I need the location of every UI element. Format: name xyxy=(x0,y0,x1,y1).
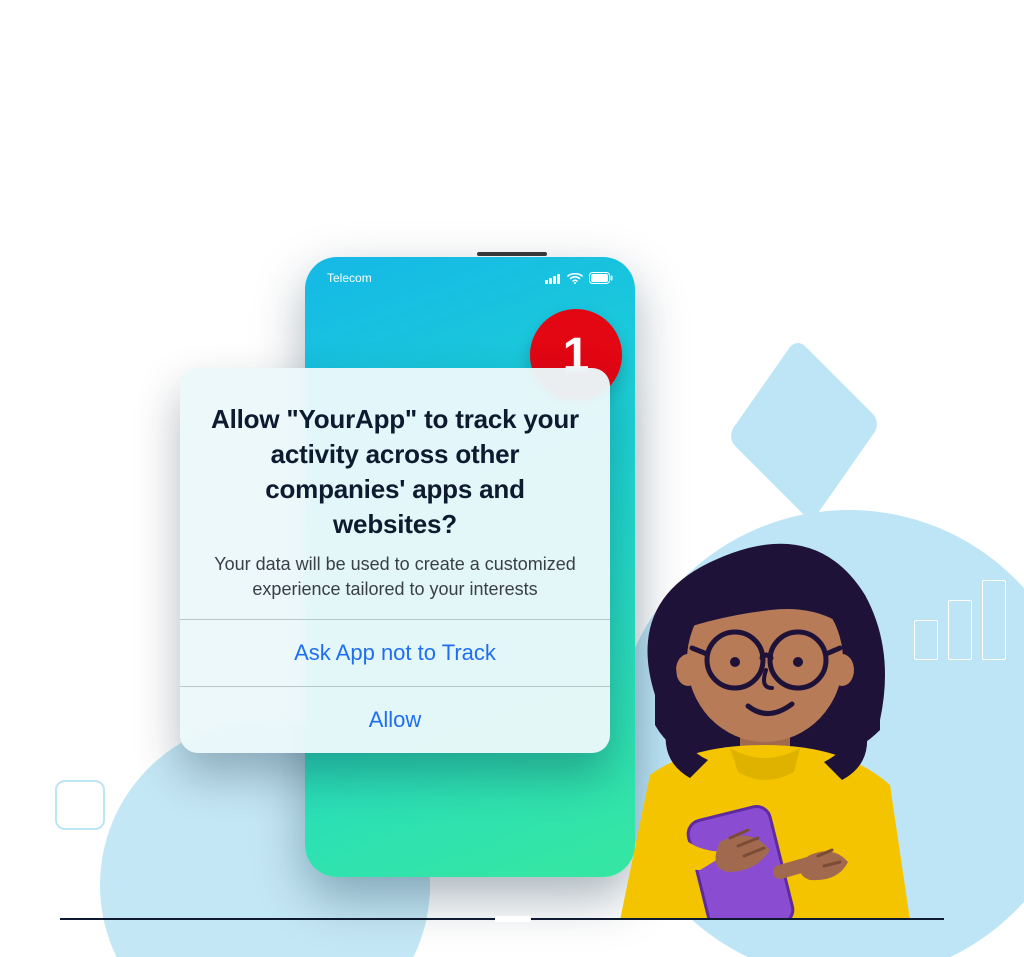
phone-notch xyxy=(477,252,547,256)
person-illustration xyxy=(580,520,940,920)
ground-line-gap xyxy=(495,916,531,922)
decorative-blob xyxy=(727,338,882,523)
dialog-title: Allow "YourApp" to track your activity a… xyxy=(206,402,584,542)
dialog-content: Allow "YourApp" to track your activity a… xyxy=(180,368,610,619)
carrier-label: Telecom xyxy=(327,271,372,285)
status-icons xyxy=(545,272,613,284)
wifi-icon xyxy=(567,272,583,284)
allow-tracking-button[interactable]: Allow xyxy=(180,686,610,753)
cellular-icon xyxy=(545,273,561,284)
deny-tracking-button[interactable]: Ask App not to Track xyxy=(180,619,610,686)
phone-status-bar: Telecom xyxy=(305,271,635,285)
illustration-stage: Telecom 1 Allow "YourApp" to track your … xyxy=(0,0,1024,957)
decorative-square xyxy=(55,780,105,830)
dialog-message: Your data will be used to create a custo… xyxy=(206,552,584,601)
tracking-permission-dialog: Allow "YourApp" to track your activity a… xyxy=(180,368,610,753)
battery-icon xyxy=(589,272,613,284)
